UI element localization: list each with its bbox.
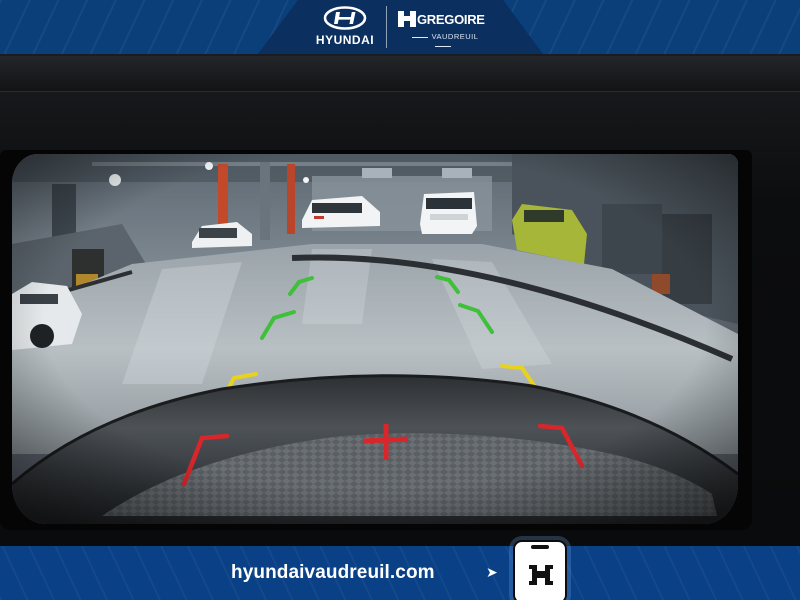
brand-wordmark: HYUNDAI: [315, 33, 375, 47]
dashboard-trim: [0, 56, 800, 92]
hyundai-logo-icon: [323, 6, 367, 30]
bottom-banner: hyundaivaudreuil.com ➤: [0, 546, 800, 600]
top-banner: HYUNDAI GREGOIRE VAUDREUIL: [0, 0, 800, 54]
hyundai-brand[interactable]: HYUNDAI: [310, 6, 380, 48]
chevron-right-icon[interactable]: ➤: [486, 564, 498, 582]
camera-scene: [12, 154, 738, 524]
gregoire-h-icon: [398, 11, 416, 27]
phone-h-icon: [529, 565, 553, 585]
website-link[interactable]: hyundaivaudreuil.com: [231, 562, 435, 584]
dealer-location: VAUDREUIL: [396, 32, 490, 50]
gregoire-brand[interactable]: GREGOIRE VAUDREUIL: [396, 8, 490, 48]
dealer-name: GREGOIRE: [417, 12, 485, 27]
phone-notch: [531, 545, 549, 549]
brand-divider: [386, 6, 387, 48]
rear-camera-view: [12, 154, 738, 524]
phone-badge[interactable]: [513, 540, 567, 600]
screenshot-stage: HYUNDAI GREGOIRE VAUDREUIL hyundaivaudre…: [0, 0, 800, 600]
